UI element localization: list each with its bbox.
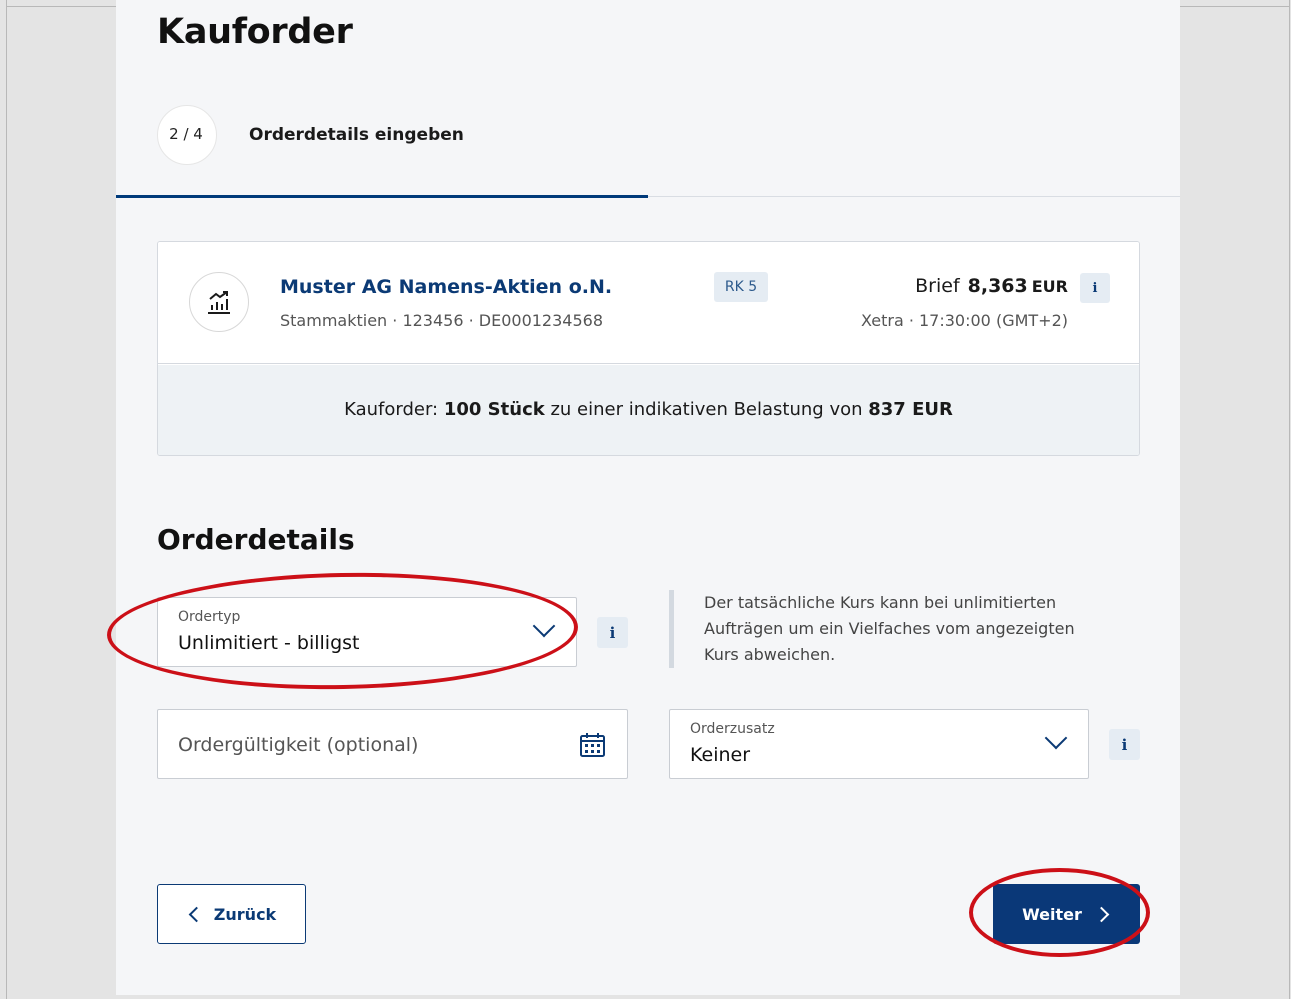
validity-date-input[interactable]: Ordergültigkeit (optional) xyxy=(157,709,628,779)
instrument-details: Stammaktien · 123456 · DE0001234568 xyxy=(280,311,603,330)
summary-amount: 837 EUR xyxy=(868,399,953,420)
step-label: Orderdetails eingeben xyxy=(249,125,464,145)
summary-prefix: Kauforder: xyxy=(344,399,444,420)
back-button[interactable]: Zurück xyxy=(157,884,306,944)
ordertyp-value: Unlimitiert - billigst xyxy=(178,632,360,654)
ordertyp-info-button[interactable]: i xyxy=(597,617,628,648)
ordertyp-hint: Der tatsächliche Kurs kann bei unlimitie… xyxy=(669,590,1089,668)
order-card xyxy=(116,0,1180,995)
price-value: 8,363 xyxy=(967,275,1028,297)
step-counter-text: 2 / 4 xyxy=(169,125,203,143)
calendar-icon[interactable] xyxy=(579,732,606,762)
summary-middle: zu einer indikativen Belastung von xyxy=(544,399,869,420)
ordertyp-label: Ordertyp xyxy=(178,609,241,625)
ordertyp-select[interactable]: Ordertyp Unlimitiert - billigst xyxy=(157,597,577,667)
order-summary: Kauforder: 100 Stück zu einer indikative… xyxy=(158,399,1139,420)
instrument-name[interactable]: Muster AG Namens-Aktien o.N. xyxy=(280,276,612,298)
summary-quantity: 100 Stück xyxy=(443,399,545,420)
window-border-right xyxy=(1289,0,1290,999)
price-info-icon[interactable]: i xyxy=(1080,273,1110,303)
price-type: Brief xyxy=(915,275,960,297)
chevron-right-icon xyxy=(1093,906,1110,922)
validity-placeholder: Ordergültigkeit (optional) xyxy=(178,734,419,756)
price-currency: EUR xyxy=(1031,277,1068,296)
step-counter: 2 / 4 xyxy=(157,105,217,165)
section-title: Orderdetails xyxy=(157,523,355,556)
orderzusatz-info-button[interactable]: i xyxy=(1109,729,1140,760)
instrument-header: Muster AG Namens-Aktien o.N. Stammaktien… xyxy=(158,242,1139,364)
next-button-label: Weiter xyxy=(1022,904,1082,924)
orderzusatz-value: Keiner xyxy=(690,744,751,766)
instrument-card: Muster AG Namens-Aktien o.N. Stammaktien… xyxy=(157,241,1140,456)
progress-fill xyxy=(116,195,648,198)
chevron-down-icon xyxy=(532,614,556,638)
orderzusatz-label: Orderzusatz xyxy=(690,721,775,737)
page-title: Kauforder xyxy=(157,12,353,52)
orderzusatz-select[interactable]: Orderzusatz Keiner xyxy=(669,709,1089,779)
window-border-left xyxy=(6,0,7,999)
risk-class-badge: RK 5 xyxy=(714,272,768,302)
stock-chart-icon xyxy=(189,272,249,332)
chevron-left-icon xyxy=(188,906,205,922)
market-info: Xetra · 17:30:00 (GMT+2) xyxy=(861,311,1068,330)
back-button-label: Zurück xyxy=(213,904,277,924)
next-button[interactable]: Weiter xyxy=(993,884,1140,944)
price-line: Brief 8,363 EUR xyxy=(915,275,1068,297)
chevron-down-icon xyxy=(1044,726,1068,750)
